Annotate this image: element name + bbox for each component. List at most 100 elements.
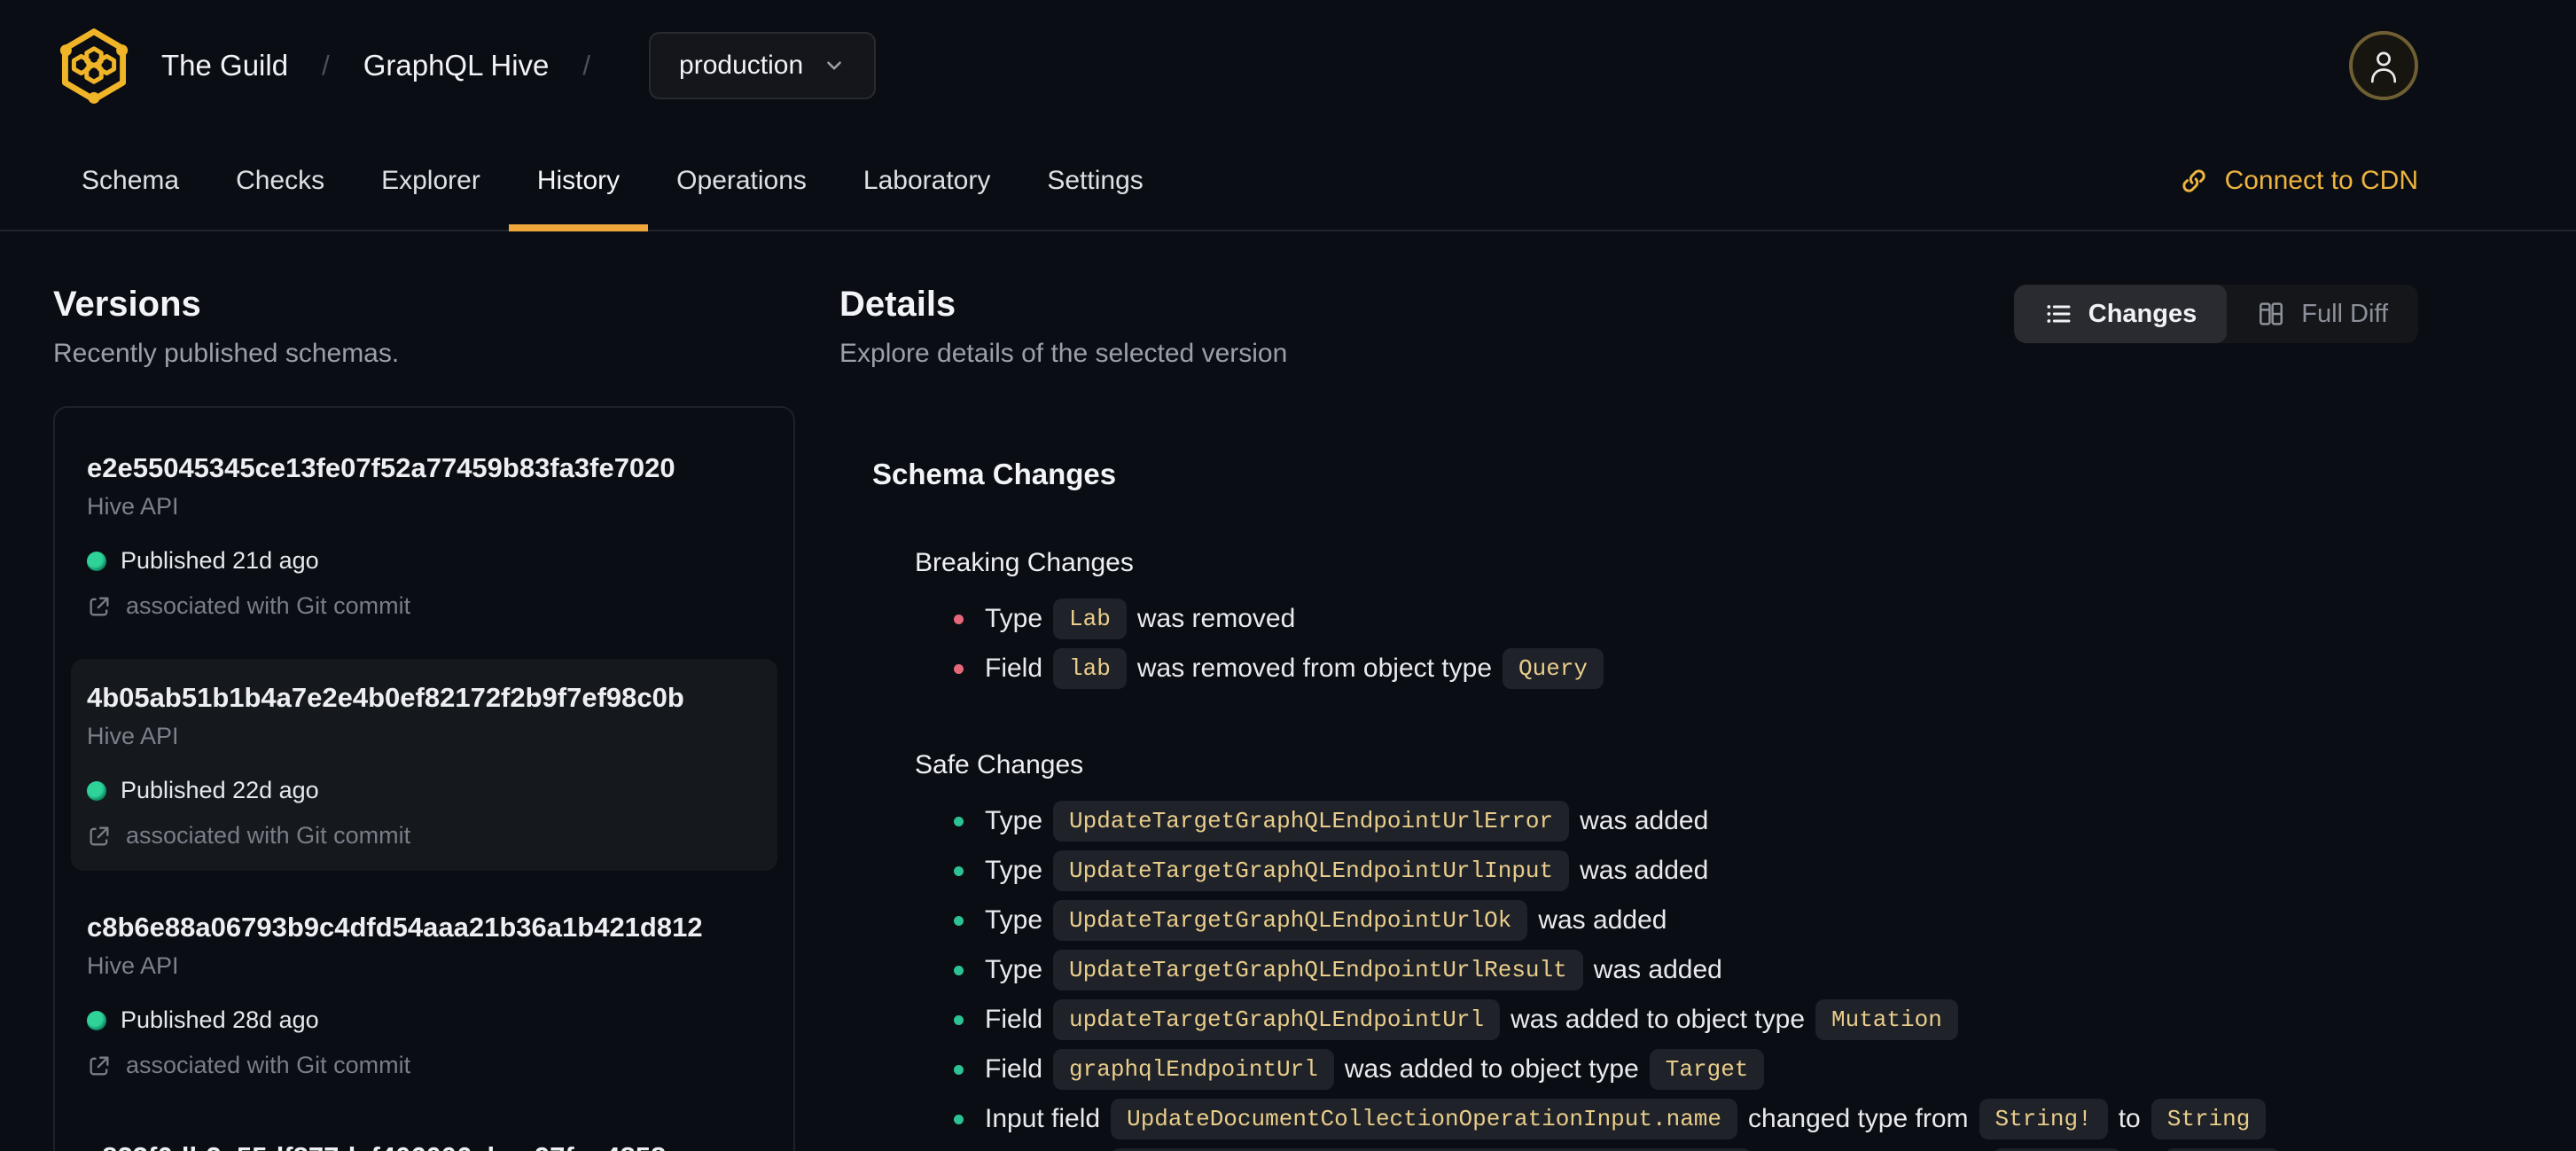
version-card[interactable]: e2e55045345ce13fe07f52a77459b83fa3fe7020… [71, 429, 777, 641]
change-text: was added to object type [1344, 1054, 1639, 1084]
connect-cdn-label: Connect to CDN [2224, 165, 2418, 195]
external-link-icon [90, 826, 109, 845]
version-card[interactable]: a823f6db2a55df877dcf406006abca97fcc4858c… [71, 1118, 777, 1151]
version-git-row[interactable]: associated with Git commit [87, 822, 761, 850]
tab-checks[interactable]: Checks [207, 131, 353, 230]
target-selector-dropdown[interactable]: production [649, 32, 877, 99]
version-published-row: Published 28d ago [87, 1006, 761, 1034]
version-card[interactable]: 4b05ab51b1b4a7e2e4b0ef82172f2b9f7ef98c0b… [71, 659, 777, 871]
version-git-row[interactable]: associated with Git commit [87, 592, 761, 620]
change-text: was removed [1136, 604, 1296, 633]
changes-view-label: Changes [2088, 299, 2197, 328]
change-bullet-icon [954, 865, 964, 876]
main-content: Versions Recently published schemas. e2e… [0, 231, 2576, 1151]
code-chip: graphqlEndpointUrl [1053, 1049, 1334, 1090]
tab-history[interactable]: History [508, 131, 649, 231]
change-bullet-icon [954, 1064, 964, 1075]
change-text: Type [985, 604, 1043, 633]
tab-explorer[interactable]: Explorer [353, 131, 509, 230]
change-text: Type [985, 806, 1043, 835]
change-text: was removed from object type [1136, 654, 1493, 683]
details-title: Details [839, 285, 956, 324]
code-chip: Target [1649, 1049, 1765, 1090]
change-text: was added [1538, 905, 1667, 935]
schema-changes-title: Schema Changes [872, 458, 1117, 490]
code-chip: UpdateDocumentCollectionOperationInput.n… [1111, 1099, 1738, 1139]
version-git-row[interactable]: associated with Git commit [87, 1052, 761, 1079]
version-hash: a823f6db2a55df877dcf406006abca97fcc4858c [87, 1141, 761, 1151]
change-row: Type UpdateTargetGraphQLEndpointUrlError w… [954, 796, 2418, 846]
change-text: Type [985, 856, 1043, 885]
change-bullet-icon [954, 915, 964, 926]
code-chip: String [2151, 1099, 2267, 1139]
external-link-icon [90, 597, 109, 615]
change-bullet-icon [954, 1114, 964, 1124]
code-chip: String! [1979, 1099, 2108, 1139]
change-text: was added to object type [1510, 1005, 1805, 1034]
change-text: Input field [985, 1104, 1101, 1133]
details-subtitle: Explore details of the selected version [839, 339, 1288, 368]
published-dot-icon [87, 1010, 106, 1030]
external-link-icon [90, 1056, 109, 1075]
breaking-changes-title: Breaking Changes [915, 548, 1134, 577]
change-bullet-icon [954, 663, 964, 674]
change-text: was added [1593, 955, 1722, 984]
change-bullet-icon [954, 816, 964, 826]
change-row: Input field UpdateDocumentCollectionOpera… [954, 1094, 2418, 1144]
code-chip: UpdateTargetGraphQLEndpointUrlInput [1053, 850, 1570, 891]
versions-title: Versions [53, 285, 201, 324]
changes-view-button[interactable]: Changes [2013, 285, 2228, 343]
project-name[interactable]: GraphQL Hive [363, 49, 550, 82]
list-icon [2047, 305, 2071, 323]
code-chip: UpdateTargetGraphQLEndpointUrlResult [1053, 950, 1583, 990]
top-header: The Guild / GraphQL Hive / production [0, 0, 2576, 131]
view-toggle: Changes Full Diff [2013, 285, 2418, 343]
version-published-row: Published 21d ago [87, 547, 761, 575]
published-dot-icon [87, 780, 106, 801]
published-dot-icon [87, 551, 106, 571]
change-bullet-icon [954, 614, 964, 624]
git-commit-label: associated with Git commit [126, 592, 411, 619]
change-row: Type UpdateTargetGraphQLEndpointUrlOk was … [954, 896, 2418, 945]
version-list: e2e55045345ce13fe07f52a77459b83fa3fe7020… [53, 406, 795, 1151]
published-label: Published 21d ago [121, 547, 319, 574]
tab-bar: Schema Checks Explorer History Operations Lab… [0, 131, 2576, 231]
change-row: Field lab was removed from object type Quer… [954, 644, 2418, 693]
change-text: Type [985, 955, 1043, 984]
code-chip: Lab [1053, 599, 1127, 639]
change-text: Type [985, 905, 1043, 935]
change-text: to [2118, 1104, 2141, 1133]
tab-operations[interactable]: Operations [648, 131, 835, 230]
details-panel: Details Explore details of the selected … [839, 285, 2418, 1151]
breadcrumb-separator: / [322, 50, 330, 81]
org-name[interactable]: The Guild [161, 49, 288, 82]
breaking-changes-list: Type Lab was removed Field lab was removed fr… [954, 594, 2418, 693]
versions-panel: Versions Recently published schemas. e2e… [53, 285, 795, 1151]
safe-changes-list: Type UpdateTargetGraphQLEndpointUrlError w… [954, 796, 2418, 1151]
user-icon [2370, 51, 2397, 83]
code-chip: Mutation [1815, 999, 1958, 1040]
published-label: Published 22d ago [121, 777, 319, 803]
change-text: Field [985, 1005, 1043, 1034]
tab-schema[interactable]: Schema [53, 131, 207, 230]
app-root: { "header": { "org": "The Guild", "proje… [0, 0, 2576, 1151]
link-icon [2182, 168, 2205, 192]
chevron-down-icon [827, 61, 841, 70]
version-service: Hive API [87, 493, 179, 520]
user-avatar-button[interactable] [2349, 31, 2418, 100]
published-label: Published 28d ago [121, 1006, 319, 1033]
tab-settings[interactable]: Settings [1019, 131, 1171, 230]
tab-laboratory[interactable]: Laboratory [835, 131, 1019, 230]
change-text: Field [985, 654, 1043, 683]
hive-logo-icon[interactable] [53, 25, 135, 106]
full-diff-view-button[interactable]: Full Diff [2227, 285, 2418, 343]
change-row: Input fieldUpdateDocumentCollectionOpera… [954, 1144, 2418, 1151]
change-bullet-icon [954, 1014, 964, 1025]
change-bullet-icon [954, 965, 964, 975]
change-row: Field updateTargetGraphQLEndpointUrl was a… [954, 995, 2418, 1045]
connect-cdn-link[interactable]: Connect to CDN [2179, 131, 2418, 230]
change-row: Field graphqlEndpointUrl was added to obje… [954, 1045, 2418, 1094]
version-card[interactable]: c8b6e88a06793b9c4dfd54aaa21b36a1b421d812… [71, 889, 777, 1100]
code-chip: updateTargetGraphQLEndpointUrl [1053, 999, 1501, 1040]
change-text: was added [1580, 856, 1709, 885]
